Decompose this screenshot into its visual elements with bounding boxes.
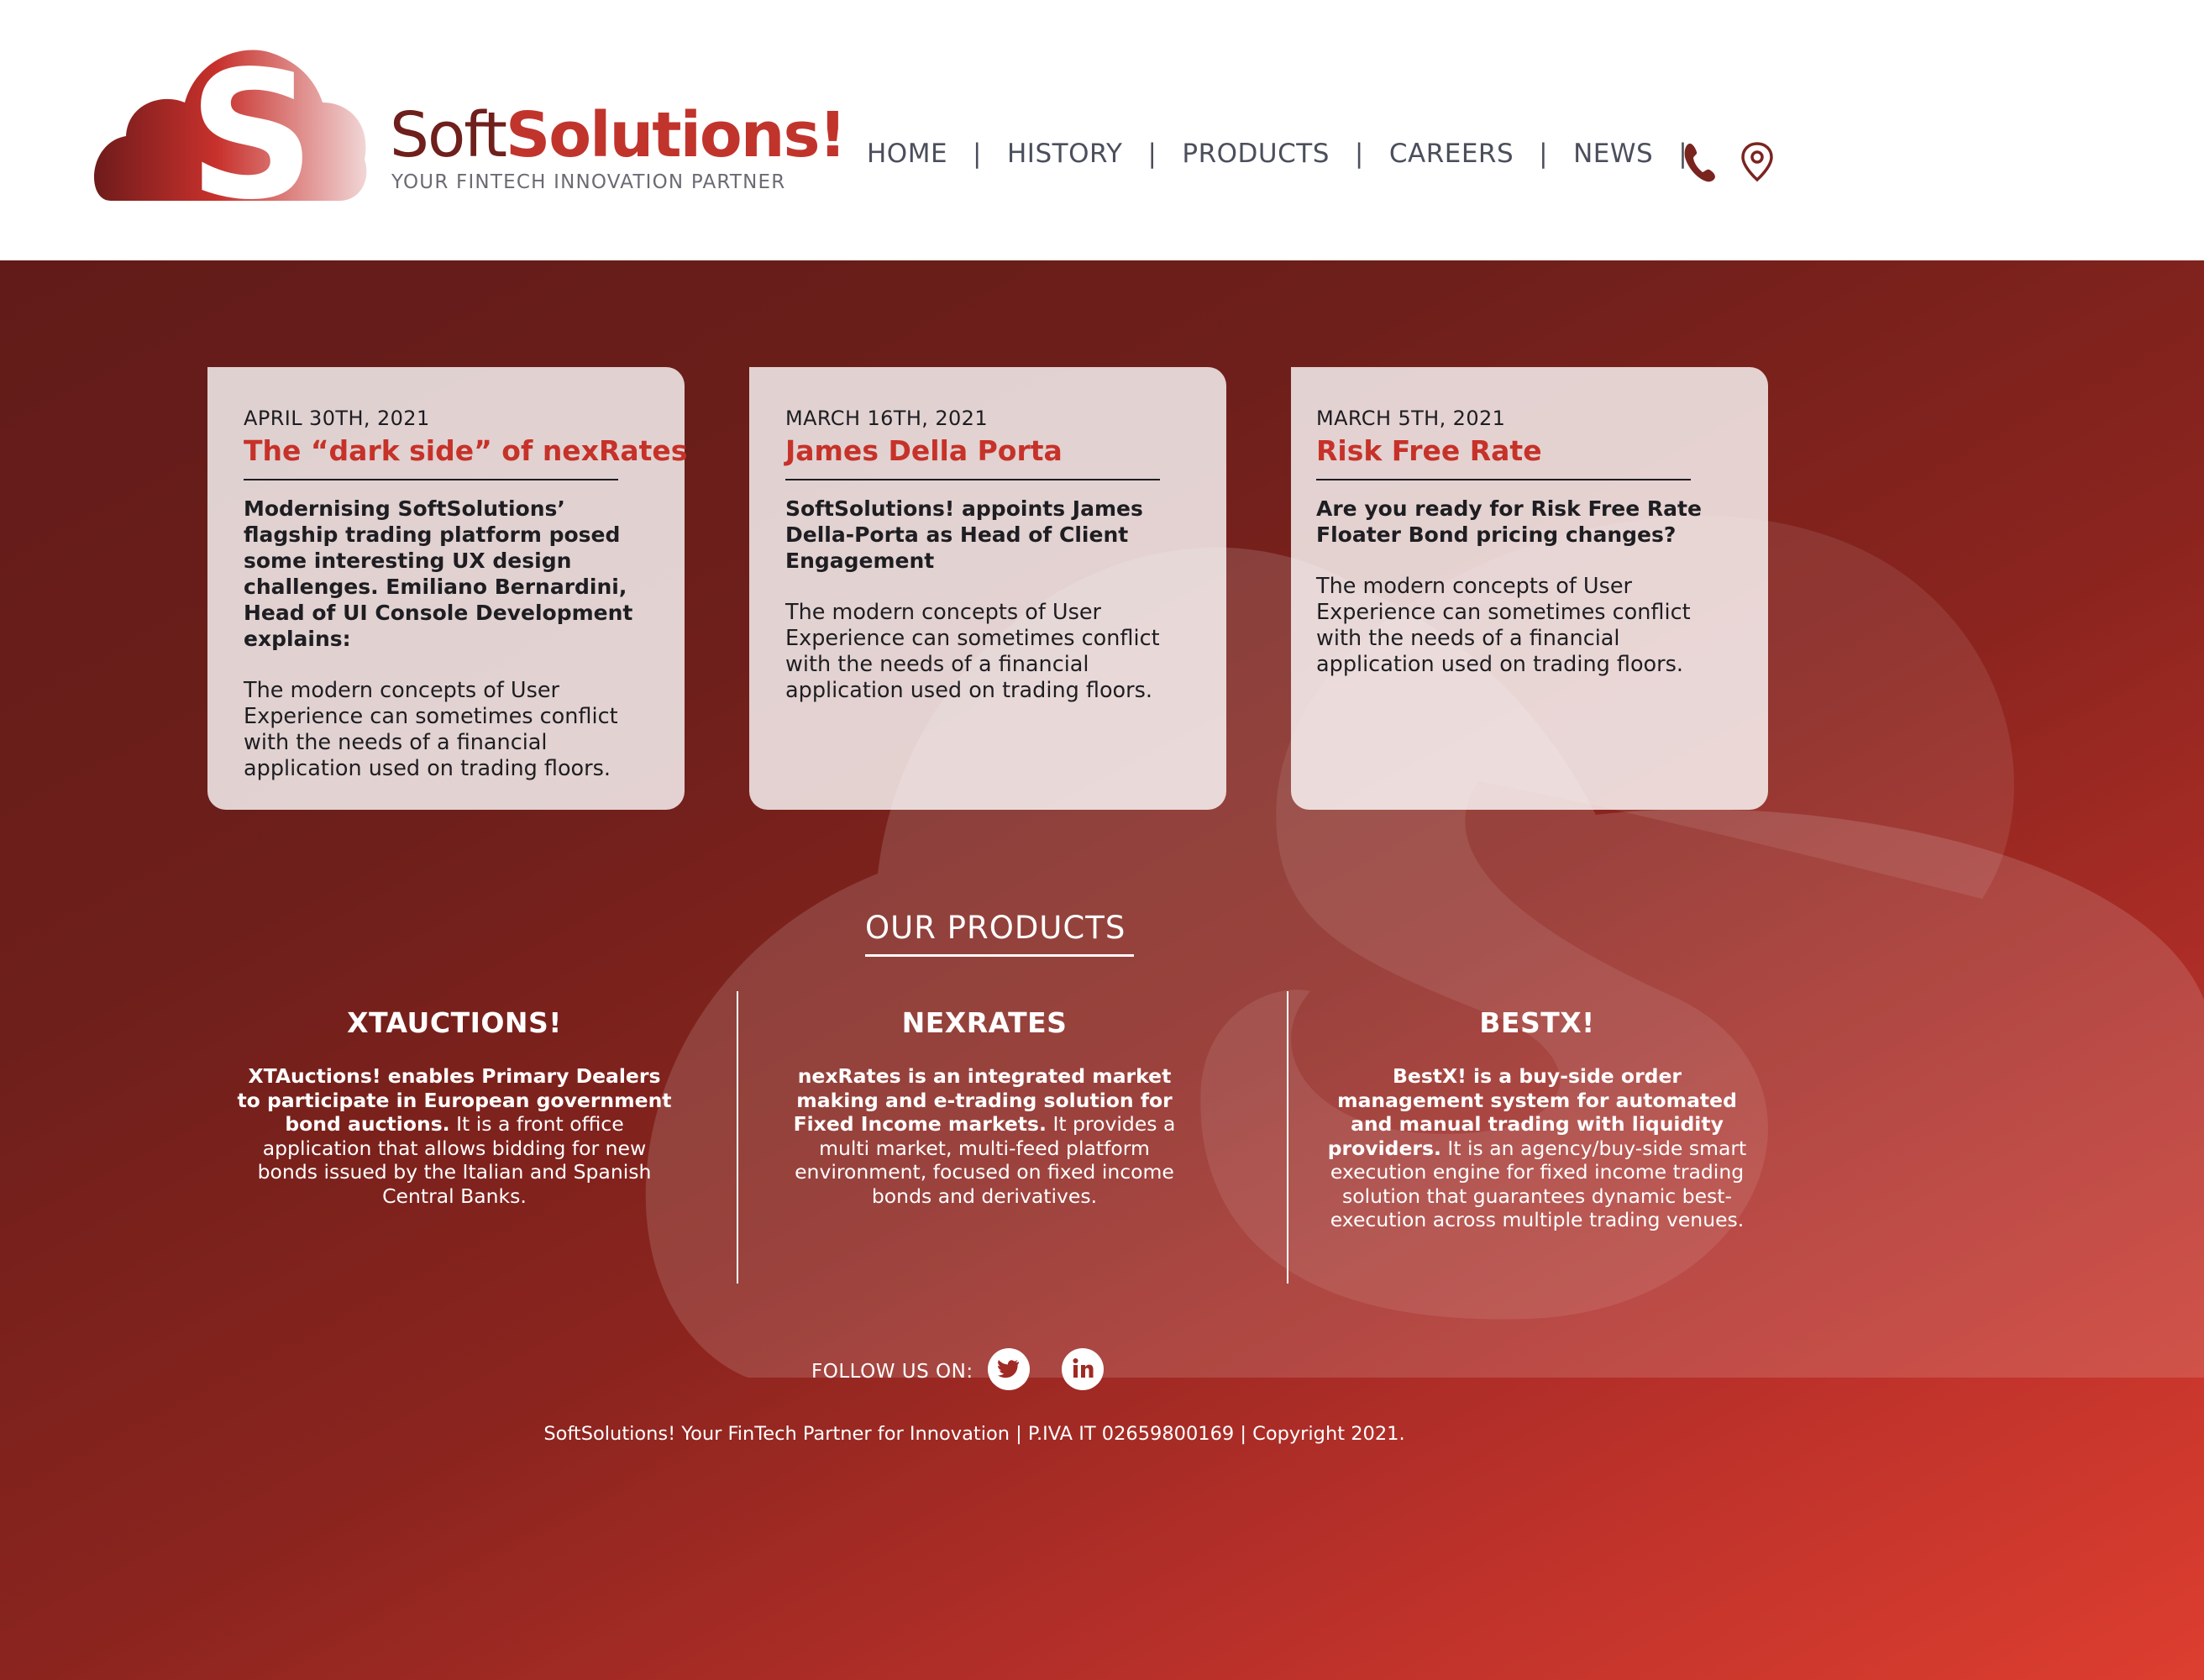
product-description: XTAuctions! enables Primary Dealers to p… <box>236 1064 673 1208</box>
news-title[interactable]: James Della Porta <box>785 434 1198 468</box>
column-divider <box>1287 991 1288 1284</box>
brand-soft: Soft <box>390 99 507 171</box>
news-date: MARCH 5TH, 2021 <box>1316 407 1506 430</box>
news-card[interactable]: MARCH 16TH, 2021 James Della Porta SoftS… <box>749 367 1226 810</box>
site-header: S SoftSolutions! YOUR FINTECH INNOVATION… <box>0 0 2204 260</box>
product-description: nexRates is an integrated market making … <box>766 1064 1203 1208</box>
news-card[interactable]: APRIL 30TH, 2021 The “dark side” of nexR… <box>207 367 687 810</box>
location-pin-icon[interactable] <box>1740 141 1774 183</box>
news-title[interactable]: The “dark side” of nexRates <box>244 434 687 468</box>
news-lead: Are you ready for Risk Free Rate Floater… <box>1316 496 1702 548</box>
divider <box>244 479 618 481</box>
product-description: BestX! is a buy-side order management sy… <box>1319 1064 1755 1232</box>
news-title[interactable]: Risk Free Rate <box>1316 434 1740 468</box>
product-name[interactable]: XTAUCTIONS! <box>236 1006 673 1039</box>
product-xtauctions[interactable]: XTAUCTIONS! XTAuctions! enables Primary … <box>236 1006 673 1208</box>
main-nav: HOME | HISTORY | PRODUCTS | CAREERS | NE… <box>867 139 1713 169</box>
tagline: YOUR FINTECH INNOVATION PARTNER <box>391 171 786 193</box>
nav-separator: | <box>973 139 982 169</box>
news-body: The modern concepts of User Experience c… <box>1316 574 1691 678</box>
nav-products[interactable]: PRODUCTS <box>1182 139 1329 169</box>
logo[interactable]: S SoftSolutions! YOUR FINTECH INNOVATION… <box>94 44 847 212</box>
phone-icon[interactable] <box>1682 141 1719 183</box>
news-date: MARCH 16TH, 2021 <box>785 407 989 430</box>
nav-separator: | <box>1539 139 1549 169</box>
main-section: APRIL 30TH, 2021 The “dark side” of nexR… <box>0 260 2204 1680</box>
svg-text:S: S <box>188 44 315 212</box>
twitter-icon[interactable] <box>988 1348 1030 1390</box>
nav-careers[interactable]: CAREERS <box>1389 139 1514 169</box>
nav-home[interactable]: HOME <box>867 139 947 169</box>
news-card[interactable]: MARCH 5TH, 2021 Risk Free Rate Are you r… <box>1291 367 1768 810</box>
news-body: The modern concepts of User Experience c… <box>244 678 618 782</box>
news-lead: SoftSolutions! appoints James Della-Port… <box>785 496 1143 574</box>
nav-separator: | <box>1147 139 1157 169</box>
column-divider <box>737 991 738 1284</box>
brand-solutions: Solutions! <box>506 99 847 171</box>
divider <box>785 479 1160 481</box>
nav-separator: | <box>1354 139 1364 169</box>
news-body: The modern concepts of User Experience c… <box>785 600 1160 704</box>
cloud-s-logo-icon: S <box>94 44 367 212</box>
brand-name: SoftSolutions! <box>390 104 847 166</box>
products-heading: OUR PRODUCTS <box>865 910 1126 946</box>
heading-underline <box>865 954 1134 957</box>
product-bestx[interactable]: BESTX! BestX! is a buy-side order manage… <box>1319 1006 1755 1232</box>
follow-label: FOLLOW US ON: <box>811 1361 973 1383</box>
product-name[interactable]: BESTX! <box>1319 1006 1755 1039</box>
product-nexrates[interactable]: NEXRATES nexRates is an integrated marke… <box>766 1006 1203 1208</box>
nav-news[interactable]: NEWS <box>1573 139 1653 169</box>
product-name[interactable]: NEXRATES <box>766 1006 1203 1039</box>
news-date: APRIL 30TH, 2021 <box>244 407 430 430</box>
footer-text: SoftSolutions! Your FinTech Partner for … <box>543 1423 1405 1445</box>
linkedin-icon[interactable] <box>1062 1348 1104 1390</box>
nav-history[interactable]: HISTORY <box>1007 139 1122 169</box>
divider <box>1316 479 1691 481</box>
news-lead: Modernising SoftSolutions’ flagship trad… <box>244 496 633 652</box>
